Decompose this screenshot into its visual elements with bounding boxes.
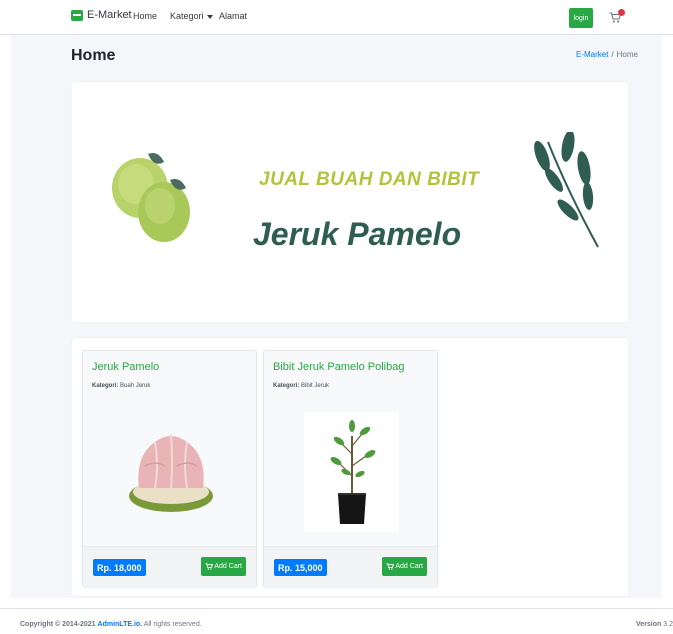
breadcrumb-current: Home [616, 50, 638, 59]
store-logo-icon [71, 9, 83, 21]
pomelo-fruit-image [128, 433, 213, 512]
banner-title: Jeruk Pamelo [253, 216, 462, 252]
product-category: Kategori: Bibit Jeruk [273, 383, 329, 389]
breadcrumb-emarket-link[interactable]: E-Market [576, 50, 608, 59]
content-wrapper: Home E-Market / Home JUAL BUAH DAN BIBIT J… [11, 35, 662, 598]
nav-kategori-dropdown[interactable]: Kategori [170, 11, 213, 21]
version-info: Version 3.2 [636, 621, 673, 628]
breadcrumb-separator: / [611, 50, 614, 59]
add-cart-label: Add Cart [214, 563, 242, 570]
hero-banner: JUAL BUAH DAN BIBIT Jeruk Pamelo [72, 82, 628, 322]
copyright-prefix: Copyright © 2014-2021 [20, 621, 96, 628]
copyright-suffix: All rights reserved. [143, 621, 202, 628]
product-image[interactable] [304, 412, 399, 532]
banner-subtitle: JUAL BUAH DAN BIBIT [259, 169, 480, 190]
price-badge: Rp. 18,000 [93, 559, 146, 576]
breadcrumb: E-Market / Home [576, 50, 638, 59]
product-name-link[interactable]: Bibit Jeruk Pamelo Polibag [273, 361, 404, 373]
copyright-text: Copyright © 2014-2021 AdminLTE.io. All r… [20, 621, 202, 628]
category-value: Bibit Jeruk [301, 383, 330, 389]
product-card-footer: Rp. 18,000 Add Cart [83, 546, 256, 587]
product-card: Bibit Jeruk Pamelo Polibag Kategori: Bib… [263, 350, 438, 587]
leaf-branch-illustration [534, 132, 599, 248]
page-footer: Copyright © 2014-2021 AdminLTE.io. All r… [0, 608, 673, 634]
adminlte-link[interactable]: AdminLTE.io. [98, 621, 143, 628]
category-label: Kategori: [92, 383, 119, 389]
cart-plus-icon [386, 563, 395, 570]
pomelo-fruits-illustration [112, 153, 190, 242]
price-badge: Rp. 15,000 [274, 559, 327, 576]
product-image[interactable] [113, 412, 228, 532]
cart-count-badge [618, 9, 625, 16]
cart-link[interactable] [609, 9, 625, 24]
category-value: Buah Jeruk [120, 383, 151, 389]
page-title: Home [71, 47, 116, 64]
add-cart-button[interactable]: Add Cart [201, 557, 246, 576]
add-cart-label: Add Cart [395, 563, 423, 570]
nav-home[interactable]: Home [133, 11, 157, 21]
nav-alamat[interactable]: Alamat [219, 11, 247, 21]
product-list: Jeruk Pamelo Kategori: Buah Jeruk Rp. 18… [72, 338, 628, 596]
product-name-link[interactable]: Jeruk Pamelo [92, 361, 159, 373]
category-label: Kategori: [273, 383, 300, 389]
brand-link[interactable]: E-Market [71, 9, 132, 21]
brand-name: E-Market [87, 9, 132, 21]
version-number: 3.2 [663, 621, 673, 628]
product-card: Jeruk Pamelo Kategori: Buah Jeruk Rp. 18… [82, 350, 257, 587]
navbar: E-Market Home Kategori Alamat login [0, 0, 673, 35]
seedling-polybag-image [330, 420, 375, 524]
product-category: Kategori: Buah Jeruk [92, 383, 150, 389]
cart-plus-icon [205, 563, 214, 570]
add-cart-button[interactable]: Add Cart [382, 557, 427, 576]
version-label: Version [636, 621, 662, 628]
login-button[interactable]: login [569, 8, 593, 28]
product-card-footer: Rp. 15,000 Add Cart [264, 546, 437, 587]
